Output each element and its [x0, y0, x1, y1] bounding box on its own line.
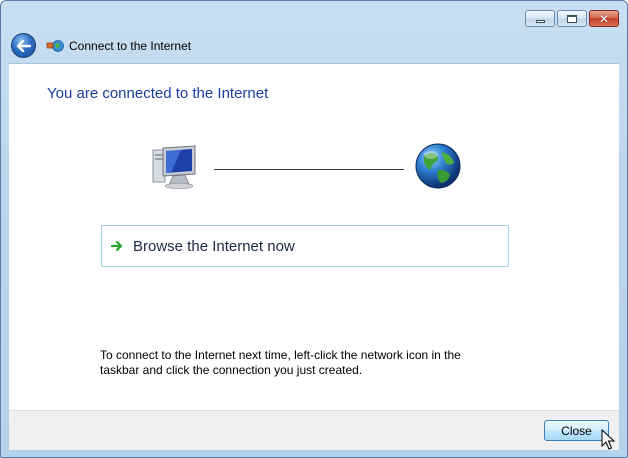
browse-internet-label: Browse the Internet now — [133, 237, 295, 255]
close-icon: ✕ — [598, 11, 610, 26]
green-arrow-icon — [111, 240, 123, 252]
caption-buttons: ✕ — [525, 10, 619, 27]
maximize-icon — [567, 14, 577, 23]
mouse-cursor-icon — [601, 429, 615, 450]
nav-bar: Connect to the Internet — [11, 33, 191, 58]
computer-icon — [152, 145, 196, 189]
button-bar: Close — [9, 410, 619, 450]
content-area: You are connected to the Internet Browse… — [9, 63, 619, 410]
connection-line — [214, 169, 404, 170]
network-connection-icon — [46, 39, 64, 52]
page-title: Connect to the Internet — [69, 38, 192, 53]
wizard-window: ✕ Connect to the Internet You are connec… — [0, 0, 628, 458]
back-arrow-icon — [16, 39, 31, 52]
maximize-button[interactable] — [557, 10, 587, 27]
browse-internet-link[interactable]: Browse the Internet now — [101, 225, 509, 267]
globe-icon — [415, 143, 461, 189]
status-heading: You are connected to the Internet — [47, 85, 269, 102]
minimize-icon — [535, 19, 545, 23]
instruction-text: To connect to the Internet next time, le… — [100, 348, 461, 377]
close-window-button[interactable]: ✕ — [589, 10, 619, 27]
back-button[interactable] — [11, 33, 36, 58]
close-button[interactable]: Close — [544, 420, 609, 441]
minimize-button[interactable] — [525, 10, 555, 27]
